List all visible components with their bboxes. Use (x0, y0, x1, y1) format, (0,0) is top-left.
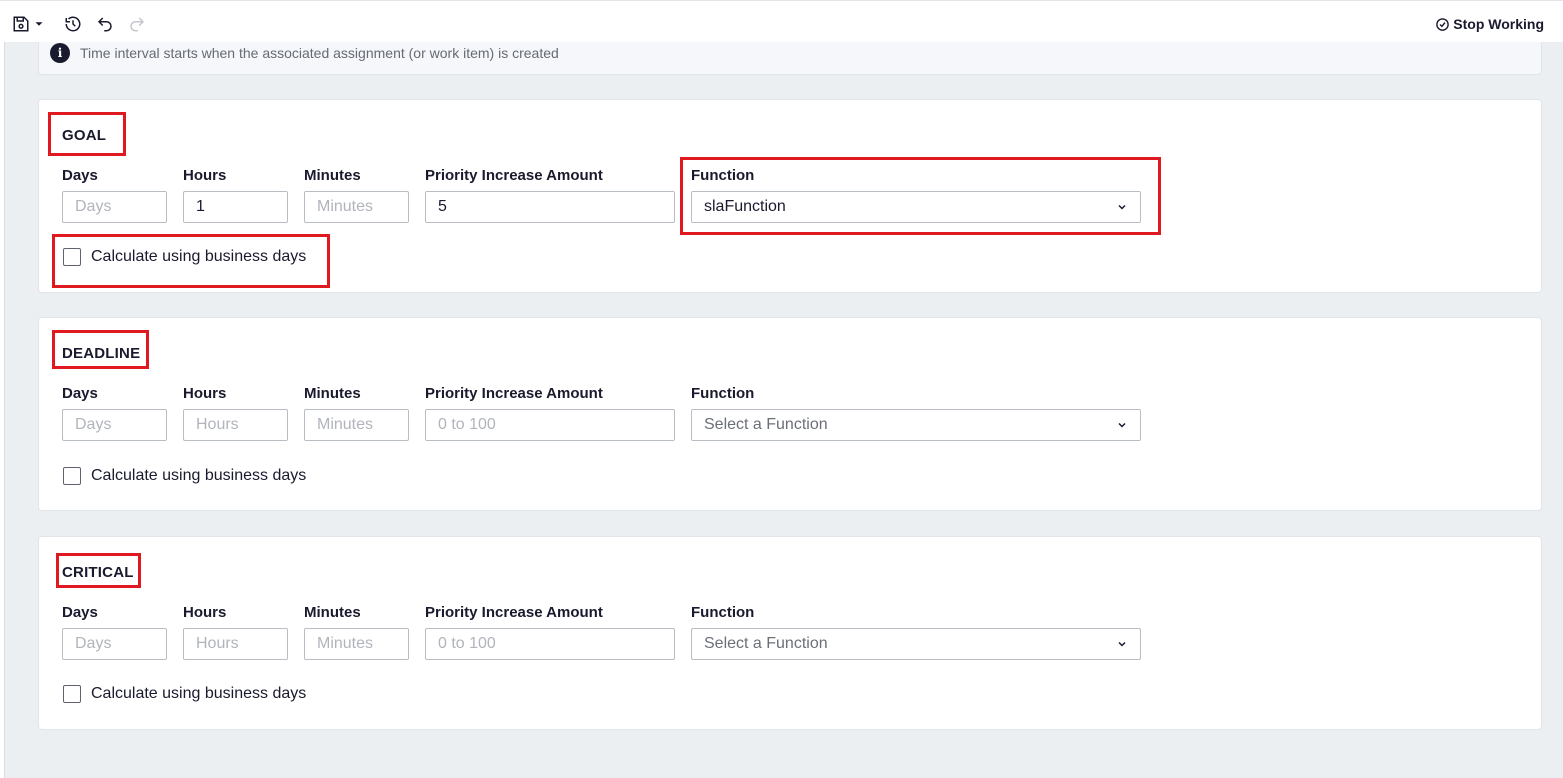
history-icon[interactable] (63, 14, 83, 34)
critical-title: CRITICAL (62, 564, 134, 581)
content-area: i Time interval starts when the associat… (4, 42, 1563, 778)
critical-priority-label: Priority Increase Amount (425, 604, 603, 621)
save-icon[interactable] (11, 14, 31, 34)
deadline-minutes-label: Minutes (304, 385, 361, 402)
critical-minutes-input[interactable] (304, 628, 409, 660)
goal-minutes-input[interactable] (304, 191, 409, 223)
critical-hours-label: Hours (183, 604, 227, 621)
chevron-down-icon (1118, 641, 1126, 647)
deadline-priority-input[interactable] (425, 409, 675, 441)
goal-panel: GOAL Days Hours Minutes Priority Increas… (38, 99, 1542, 293)
critical-panel: CRITICAL Days Hours Minutes Priority Inc… (38, 536, 1542, 730)
goal-title: GOAL (62, 127, 107, 144)
stop-working-label: Stop Working (1453, 16, 1544, 32)
deadline-priority-label: Priority Increase Amount (425, 385, 603, 402)
deadline-business-days-label: Calculate using business days (91, 467, 307, 484)
dropdown-caret-icon[interactable] (32, 14, 46, 34)
critical-minutes-label: Minutes (304, 604, 361, 621)
deadline-hours-label: Hours (183, 385, 227, 402)
deadline-days-label: Days (62, 385, 98, 402)
stop-working-button[interactable]: Stop Working (1435, 16, 1544, 32)
deadline-hours-input[interactable] (183, 409, 288, 441)
critical-function-label: Function (691, 604, 755, 621)
goal-business-days-label: Calculate using business days (91, 248, 307, 265)
critical-days-input[interactable] (62, 628, 167, 660)
goal-hours-label: Hours (183, 167, 227, 184)
check-circle-icon (1436, 17, 1450, 31)
critical-days-label: Days (62, 604, 98, 621)
critical-function-select[interactable]: Select a Function (691, 628, 1141, 660)
goal-function-value: slaFunction (704, 198, 786, 215)
goal-hours-input[interactable] (183, 191, 288, 223)
critical-business-days-label: Calculate using business days (91, 685, 307, 702)
deadline-function-label: Function (691, 385, 755, 402)
redo-icon[interactable] (127, 14, 147, 34)
goal-business-days-checkbox[interactable]: Calculate using business days (63, 248, 306, 266)
goal-function-label: Function (691, 167, 755, 184)
undo-icon[interactable] (95, 14, 115, 34)
deadline-title: DEADLINE (62, 345, 141, 362)
chevron-down-icon (1118, 204, 1126, 210)
info-text: Time interval starts when the associated… (80, 45, 559, 61)
goal-days-input[interactable] (62, 191, 167, 223)
goal-priority-label: Priority Increase Amount (425, 167, 603, 184)
goal-priority-input[interactable] (425, 191, 675, 223)
deadline-function-placeholder: Select a Function (704, 416, 828, 433)
checkbox-box[interactable] (63, 248, 81, 266)
critical-function-placeholder: Select a Function (704, 635, 828, 652)
deadline-minutes-input[interactable] (304, 409, 409, 441)
deadline-function-select[interactable]: Select a Function (691, 409, 1141, 441)
info-icon: i (50, 43, 70, 63)
critical-hours-input[interactable] (183, 628, 288, 660)
critical-business-days-checkbox[interactable]: Calculate using business days (63, 685, 306, 703)
critical-priority-input[interactable] (425, 628, 675, 660)
checkbox-box[interactable] (63, 467, 81, 485)
checkbox-box[interactable] (63, 685, 81, 703)
deadline-panel: DEADLINE Days Hours Minutes Priority Inc… (38, 317, 1542, 511)
deadline-days-input[interactable] (62, 409, 167, 441)
goal-days-label: Days (62, 167, 98, 184)
top-toolbar: Stop Working (0, 0, 1563, 42)
goal-function-select[interactable]: slaFunction (691, 191, 1141, 223)
goal-minutes-label: Minutes (304, 167, 361, 184)
info-banner: i Time interval starts when the associat… (38, 42, 1542, 75)
deadline-business-days-checkbox[interactable]: Calculate using business days (63, 467, 306, 485)
chevron-down-icon (1118, 422, 1126, 428)
